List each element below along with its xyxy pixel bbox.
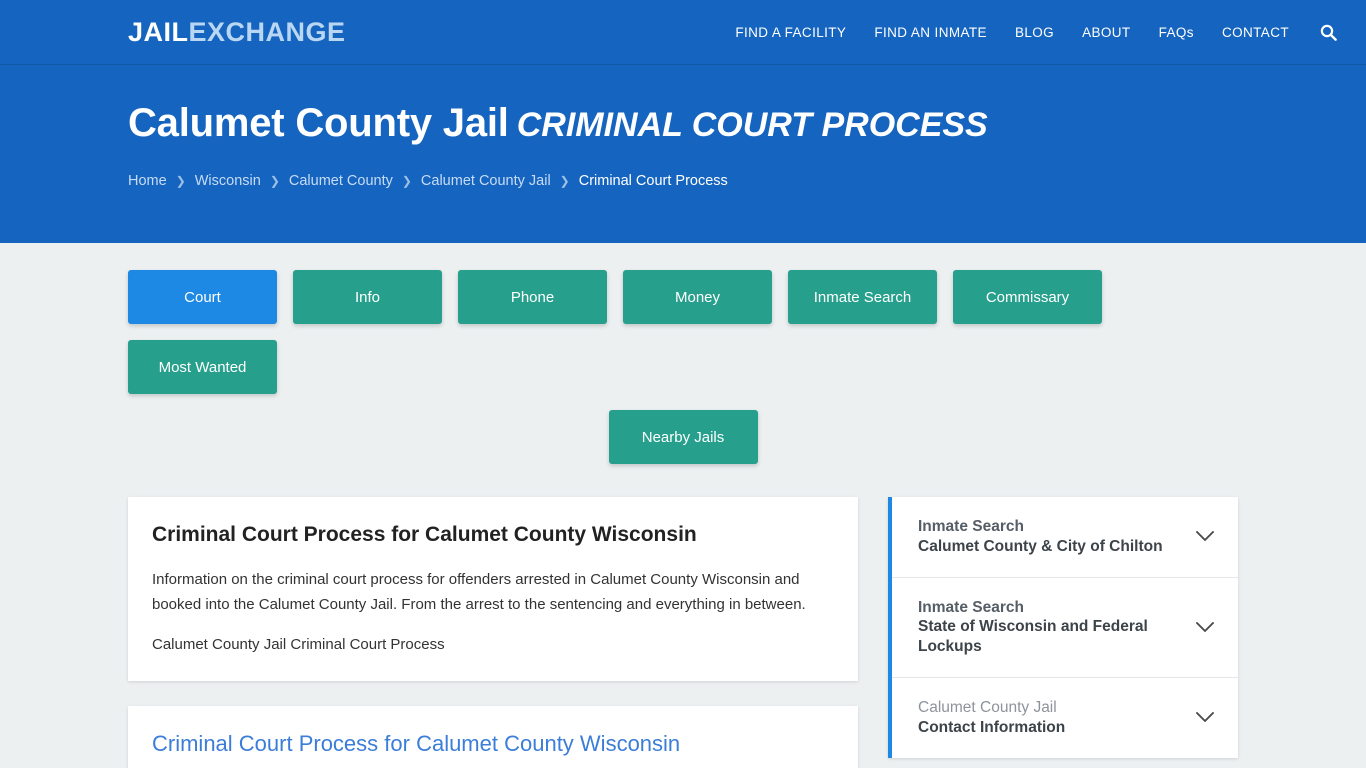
page-title-main: Calumet County Jail bbox=[128, 101, 509, 145]
tab-phone[interactable]: Phone bbox=[458, 270, 607, 324]
nav-find-a-facility[interactable]: FIND A FACILITY bbox=[721, 0, 860, 65]
breadcrumb-item-calumet-county[interactable]: Calumet County bbox=[289, 173, 393, 189]
accordion-item-contact-information[interactable]: Calumet County Jail Contact Information bbox=[892, 678, 1238, 758]
tab-nearby-jails[interactable]: Nearby Jails bbox=[608, 410, 758, 464]
breadcrumb-item-current: Criminal Court Process bbox=[578, 173, 728, 189]
accordion-item-line2: State of Wisconsin and Federal Lockups bbox=[918, 618, 1148, 656]
intro-paragraph-2: Calumet County Jail Criminal Court Proce… bbox=[152, 635, 445, 653]
accordion-item-line1: Inmate Search bbox=[918, 598, 1024, 616]
nav-faqs[interactable]: FAQs bbox=[1145, 0, 1208, 65]
accordion-item-text: Calumet County Jail Contact Information bbox=[918, 698, 1180, 738]
accordion-item-line1: Calumet County Jail bbox=[918, 699, 1057, 717]
nav-about[interactable]: ABOUT bbox=[1068, 0, 1145, 65]
nav-contact[interactable]: CONTACT bbox=[1208, 0, 1303, 65]
tab-court[interactable]: Court bbox=[128, 270, 277, 324]
page-content: Criminal Court Process for Calumet Count… bbox=[0, 464, 1366, 768]
main-column: Criminal Court Process for Calumet Count… bbox=[128, 497, 858, 768]
sidebar-accordion: Inmate Search Calumet County & City of C… bbox=[888, 497, 1238, 758]
accordion-item-line2: Contact Information bbox=[918, 718, 1066, 736]
breadcrumb-item-home[interactable]: Home bbox=[128, 173, 167, 189]
breadcrumb-chevron-icon: ❯ bbox=[401, 174, 412, 188]
tab-info[interactable]: Info bbox=[293, 270, 442, 324]
logo-text-jail: JAIL bbox=[128, 16, 189, 47]
page-hero: Calumet County Jail CRIMINAL COURT PROCES… bbox=[0, 65, 1366, 243]
main-menu: FIND A FACILITY FIND AN INMATE BLOG ABOU… bbox=[721, 0, 1341, 65]
search-icon[interactable] bbox=[1315, 19, 1341, 45]
tab-inmate-search[interactable]: Inmate Search bbox=[788, 270, 937, 324]
tab-most-wanted[interactable]: Most Wanted bbox=[128, 340, 277, 394]
accordion-item-inmate-search-state[interactable]: Inmate Search State of Wisconsin and Fed… bbox=[892, 578, 1238, 679]
nav-find-an-inmate[interactable]: FIND AN INMATE bbox=[860, 0, 1001, 65]
page-title: Calumet County Jail CRIMINAL COURT PROCES… bbox=[128, 65, 1238, 145]
intro-heading: Criminal Court Process for Calumet Count… bbox=[152, 523, 697, 546]
chevron-down-icon[interactable] bbox=[1194, 526, 1216, 548]
section-tabs: Court Info Phone Money Inmate Search Com… bbox=[0, 243, 1366, 464]
accordion-item-line1: Inmate Search bbox=[918, 518, 1024, 535]
site-logo[interactable]: JAILEXCHANGE bbox=[128, 16, 346, 47]
details-link-heading[interactable]: Criminal Court Process for Calumet Count… bbox=[152, 730, 834, 759]
nav-blog[interactable]: BLOG bbox=[1001, 0, 1068, 65]
accordion-item-text: Inmate Search State of Wisconsin and Fed… bbox=[918, 598, 1180, 657]
intro-card: Criminal Court Process for Calumet Count… bbox=[128, 497, 858, 682]
intro-paragraph-1: Information on the criminal court proces… bbox=[152, 571, 806, 613]
chevron-down-icon[interactable] bbox=[1194, 616, 1216, 638]
breadcrumb-item-calumet-county-jail[interactable]: Calumet County Jail bbox=[421, 173, 551, 189]
breadcrumb-chevron-icon: ❯ bbox=[559, 174, 570, 188]
breadcrumb: Home ❯ Wisconsin ❯ Calumet County ❯ Calu… bbox=[128, 173, 1238, 189]
tab-list-row-2: Nearby Jails bbox=[128, 410, 1238, 464]
chevron-down-icon[interactable] bbox=[1194, 707, 1216, 729]
top-navigation-bar: JAILEXCHANGE FIND A FACILITY FIND AN INM… bbox=[0, 0, 1366, 65]
tab-commissary[interactable]: Commissary bbox=[953, 270, 1102, 324]
breadcrumb-chevron-icon: ❯ bbox=[269, 174, 280, 188]
logo-text-exchange: EXCHANGE bbox=[188, 16, 346, 47]
accordion-item-text: Inmate Search Calumet County & City of C… bbox=[918, 517, 1180, 557]
accordion-item-inmate-search-county[interactable]: Inmate Search Calumet County & City of C… bbox=[892, 497, 1238, 578]
accordion-item-line2: Calumet County & City of Chilton bbox=[918, 537, 1163, 555]
sidebar-column: Inmate Search Calumet County & City of C… bbox=[888, 497, 1238, 758]
breadcrumb-chevron-icon: ❯ bbox=[175, 174, 186, 188]
details-card: Criminal Court Process for Calumet Count… bbox=[128, 706, 858, 768]
tab-money[interactable]: Money bbox=[623, 270, 772, 324]
page-title-sub: CRIMINAL COURT PROCESS bbox=[516, 106, 988, 144]
tab-list: Court Info Phone Money Inmate Search Com… bbox=[128, 270, 1238, 464]
breadcrumb-item-wisconsin[interactable]: Wisconsin bbox=[195, 173, 261, 189]
